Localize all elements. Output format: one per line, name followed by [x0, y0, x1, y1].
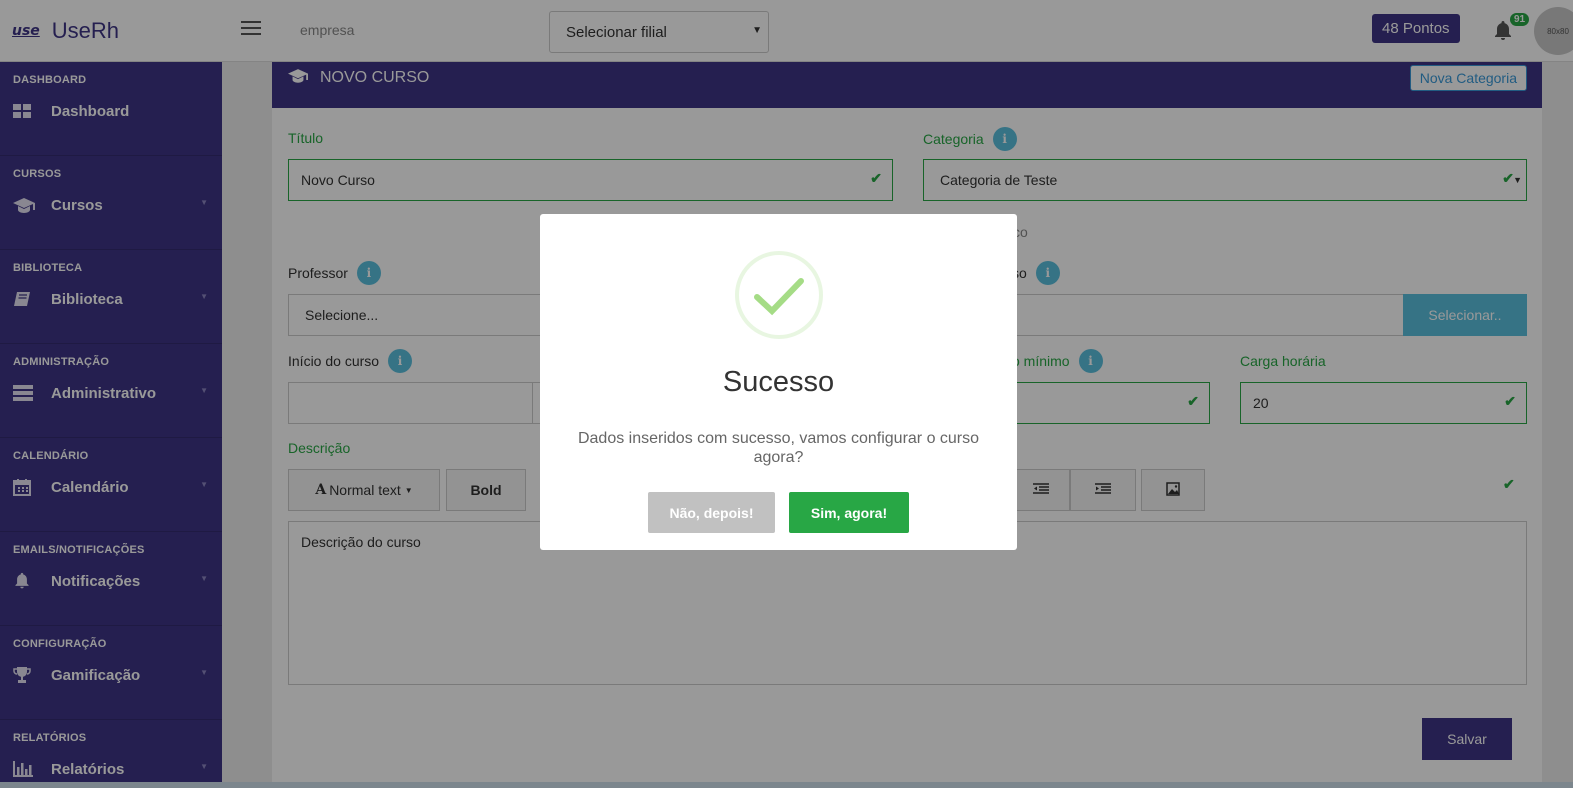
confirm-button[interactable]: Sim, agora! — [789, 492, 909, 533]
success-modal: Sucesso Dados inseridos com sucesso, vam… — [540, 214, 1017, 550]
modal-title: Sucesso — [722, 366, 835, 398]
cancel-button[interactable]: Não, depois! — [648, 492, 775, 533]
success-check-icon — [735, 251, 823, 339]
modal-message: Dados inseridos com sucesso, vamos confi… — [577, 430, 980, 466]
